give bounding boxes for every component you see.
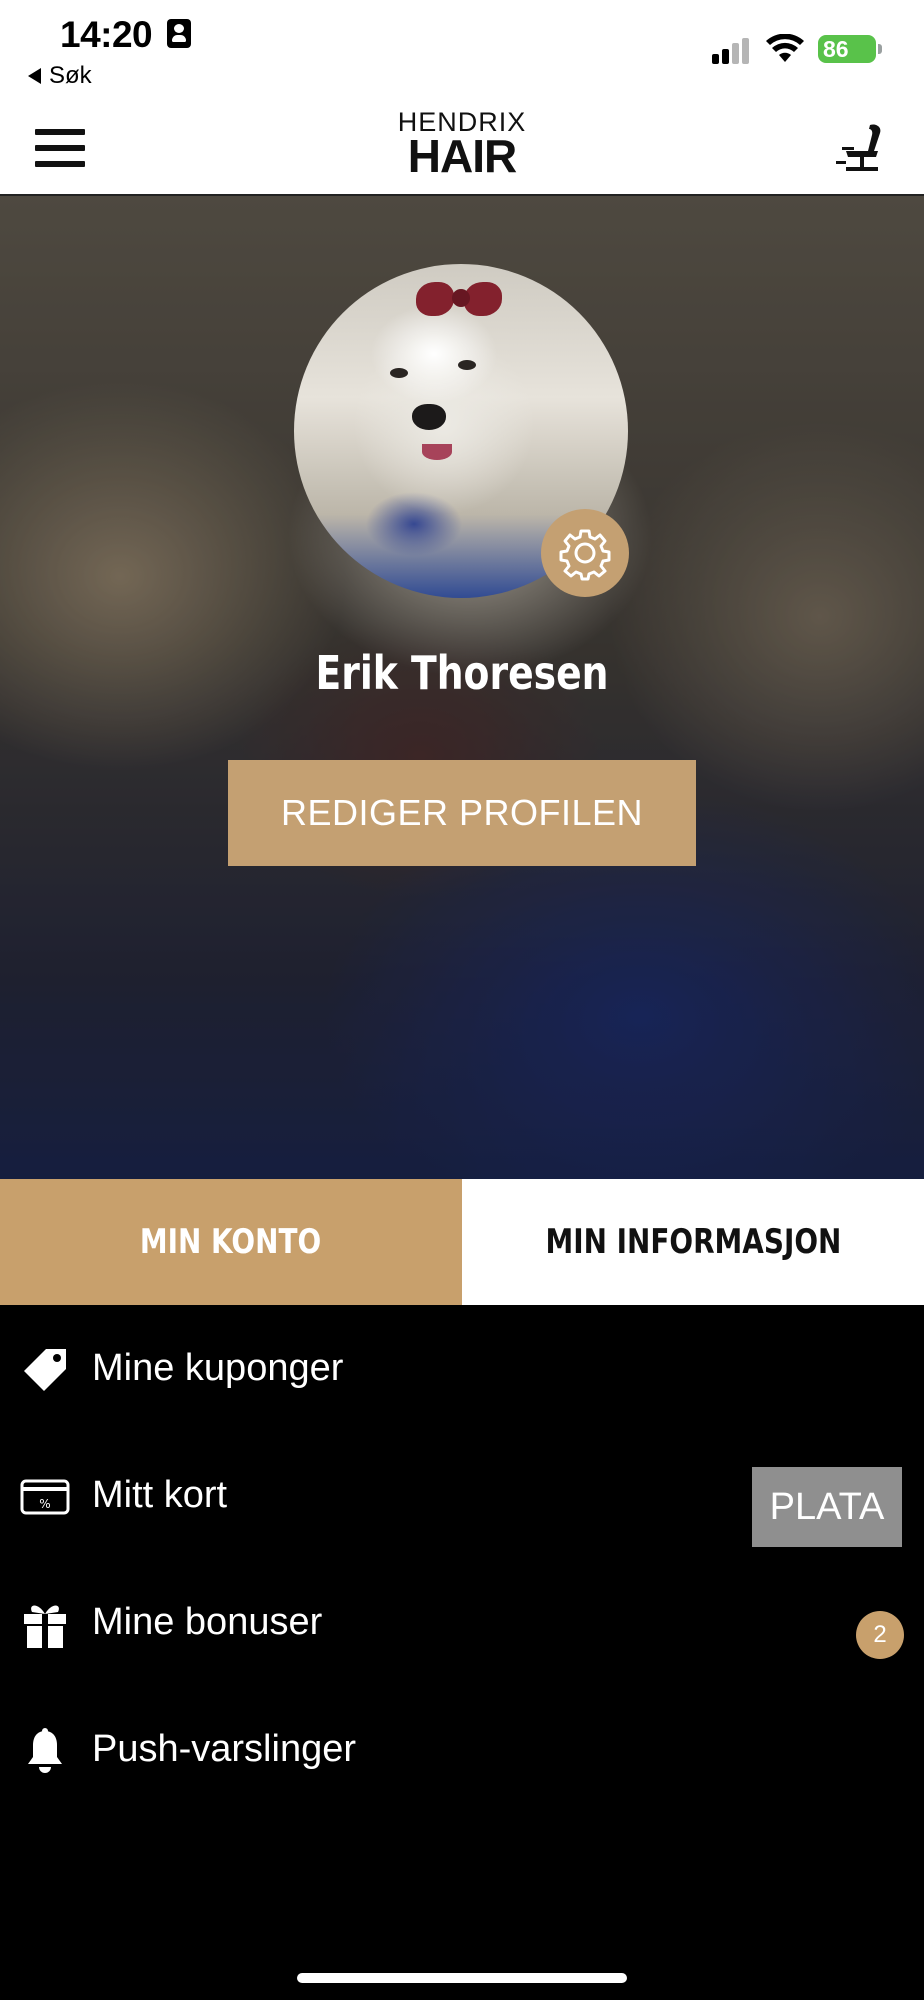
list-item-my-card[interactable]: % Mitt kort PLATA	[0, 1432, 924, 1559]
avatar-nose	[412, 404, 446, 430]
hamburger-menu-icon[interactable]	[35, 129, 85, 167]
avatar-bow-knot	[452, 289, 470, 307]
list-item-push-notifications[interactable]: Push-varslinger	[0, 1686, 924, 1813]
back-arrow-icon	[28, 68, 41, 84]
avatar-eye-right	[458, 360, 476, 370]
card-icon: %	[20, 1474, 70, 1520]
brand-logo[interactable]: HENDRIX HAIR	[380, 108, 544, 182]
contact-card-icon	[167, 19, 191, 48]
svg-text:%: %	[39, 1497, 50, 1511]
tab-my-information[interactable]: MIN INFORMASJON	[462, 1179, 924, 1305]
tab-my-information-label: MIN INFORMASJON	[545, 1222, 841, 1262]
bell-icon	[20, 1728, 70, 1774]
list-item-coupons[interactable]: Mine kuponger	[0, 1305, 924, 1432]
cellular-signal-icon	[712, 38, 752, 64]
status-bar: 14:20 Søk 86	[0, 0, 924, 96]
account-tabs: MIN KONTO MIN INFORMASJON	[0, 1179, 924, 1305]
tag-icon	[20, 1347, 70, 1393]
profile-hero: Erik Thoresen REDIGER PROFILEN	[0, 196, 924, 1179]
gear-icon	[559, 529, 611, 581]
battery-level: 86	[823, 36, 849, 62]
list-item-bonuses[interactable]: Mine bonuser 2	[0, 1559, 924, 1686]
tab-my-account-label: MIN KONTO	[140, 1222, 322, 1262]
coupons-label: Mine kuponger	[92, 1347, 344, 1389]
avatar-eye-left	[390, 368, 408, 378]
battery-indicator: 86	[818, 35, 882, 63]
gift-icon	[20, 1601, 70, 1648]
bonuses-label: Mine bonuser	[92, 1601, 323, 1643]
account-menu-list: Mine kuponger % Mitt kort PLATA Mine bon…	[0, 1305, 924, 1813]
barber-chair-icon[interactable]	[832, 121, 888, 177]
status-time: 14:20	[60, 14, 153, 55]
profile-settings-button[interactable]	[541, 509, 629, 597]
edit-profile-button[interactable]: REDIGER PROFILEN	[228, 760, 696, 866]
logo-main-text: HAIR	[407, 130, 517, 182]
card-level-badge: PLATA	[752, 1467, 902, 1547]
push-notifications-label: Push-varslinger	[92, 1728, 356, 1770]
tab-my-account[interactable]: MIN KONTO	[0, 1179, 462, 1305]
user-name: Erik Thoresen	[315, 646, 609, 700]
my-card-label: Mitt kort	[92, 1474, 228, 1516]
home-indicator	[297, 1973, 627, 1983]
back-to-search-link[interactable]: Søk	[28, 62, 92, 90]
wifi-icon	[766, 34, 804, 62]
back-label: Søk	[49, 62, 92, 89]
avatar-mouth	[422, 444, 452, 460]
bonus-count-badge: 2	[856, 1611, 904, 1659]
app-header: HENDRIX HAIR	[0, 96, 924, 196]
